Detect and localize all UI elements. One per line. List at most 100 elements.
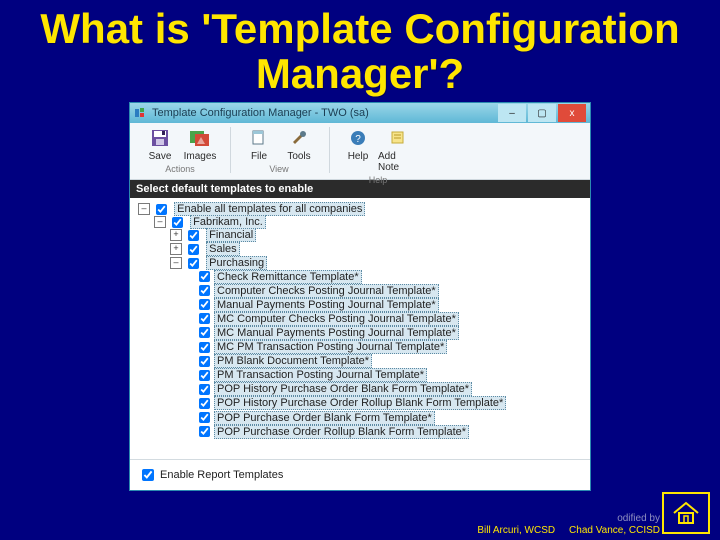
enable-report-templates-checkbox[interactable] [142,469,154,481]
tree-leaf[interactable]: Check Remittance Template* [186,269,584,283]
tree-leaf[interactable]: POP Purchase Order Blank Form Template* [186,410,584,424]
tree-leaf-spacer [186,384,196,394]
save-button[interactable]: Save [140,127,180,162]
slide-credits: odified by Bill Arcuri, WCSD Chad Vance,… [0,513,720,536]
window-titlebar: Template Configuration Manager - TWO (sa… [130,103,590,123]
tree-checkbox[interactable] [172,217,183,228]
tree-leaf-spacer [186,356,196,366]
tree-root[interactable]: – Enable all templates for all companies… [138,202,584,442]
svg-text:?: ? [355,134,361,145]
tree-branch-financial[interactable]: + Financial [170,228,584,242]
credits-author-1: Bill Arcuri, WCSD [477,525,555,536]
toolbar: Save Images Actions [130,123,590,180]
tree-checkbox[interactable] [199,356,210,367]
toolbar-group-label: Help [369,175,388,185]
tree-leaf-spacer [186,328,196,338]
tree-leaf[interactable]: PM Blank Document Template* [186,354,584,368]
expand-toggle-icon[interactable]: – [138,203,150,215]
toolbar-group-actions: Save Images Actions [136,127,224,174]
tree-checkbox[interactable] [188,230,199,241]
tree-label: POP History Purchase Order Blank Form Te… [214,382,472,396]
tools-icon [288,127,310,149]
tree-company[interactable]: – Fabrikam, Inc. + Financial [154,215,584,441]
tree-label: Manual Payments Posting Journal Template… [214,298,439,312]
tree-branch-sales[interactable]: + Sales [170,242,584,256]
expand-toggle-icon[interactable]: – [170,257,182,269]
toolbar-group-label: View [269,164,288,174]
tree-leaf[interactable]: PM Transaction Posting Journal Template* [186,368,584,382]
tree-leaf-spacer [186,427,196,437]
expand-toggle-icon[interactable]: + [170,243,182,255]
tools-button[interactable]: Tools [279,127,319,162]
toolbar-group-label: Actions [165,164,195,174]
enable-report-templates-label: Enable Report Templates [160,469,283,481]
tree-leaf-spacer [186,314,196,324]
tree-label: POP History Purchase Order Rollup Blank … [214,396,506,410]
expand-toggle-icon[interactable]: – [154,216,166,228]
images-button[interactable]: Images [180,127,220,162]
toolbar-label: Tools [287,151,310,162]
toolbar-group-view: File Tools View [235,127,323,174]
tree-checkbox[interactable] [188,244,199,255]
tree-label: Sales [206,242,240,256]
tree-label: PM Transaction Posting Journal Template* [214,368,427,382]
credits-author-2: Chad Vance, CCISD [569,525,660,536]
tree-checkbox[interactable] [199,327,210,338]
help-icon: ? [347,127,369,149]
tree-label: PM Blank Document Template* [214,354,372,368]
tree-leaf[interactable]: POP History Purchase Order Rollup Blank … [186,396,584,410]
tree-label: MC PM Transaction Posting Journal Templa… [214,340,447,354]
tree-label: Purchasing [206,256,267,270]
tree-leaf-spacer [186,413,196,423]
app-window: Template Configuration Manager - TWO (sa… [130,103,590,490]
tree-label: POP Purchase Order Rollup Blank Form Tem… [214,425,469,439]
tree-checkbox[interactable] [199,271,210,282]
tree-checkbox[interactable] [199,412,210,423]
tree-branch-purchasing[interactable]: – Purchasing Check Remittance Template*C… [170,256,584,439]
toolbar-label: Save [149,151,172,162]
help-button[interactable]: ? Help [338,127,378,173]
tree-leaf[interactable]: Manual Payments Posting Journal Template… [186,298,584,312]
window-close-button[interactable]: x [558,104,586,122]
tree-checkbox[interactable] [199,426,210,437]
tree-leaf[interactable]: POP Purchase Order Rollup Blank Form Tem… [186,425,584,439]
tree-checkbox[interactable] [188,258,199,269]
tree-leaf[interactable]: MC Computer Checks Posting Journal Templ… [186,312,584,326]
expand-toggle-icon[interactable]: + [170,229,182,241]
tree-leaf[interactable]: MC PM Transaction Posting Journal Templa… [186,340,584,354]
tree-checkbox[interactable] [199,285,210,296]
tree-leaf-spacer [186,272,196,282]
house-icon [672,501,700,525]
tree-label: Computer Checks Posting Journal Template… [214,284,439,298]
tree-checkbox[interactable] [199,342,210,353]
window-footer: Enable Report Templates [130,459,590,490]
tree-leaf-spacer [186,286,196,296]
tree-label: Fabrikam, Inc. [190,215,266,229]
add-note-button[interactable]: Add Note [378,127,418,173]
window-minimize-button[interactable]: – [498,104,526,122]
tree-label: MC Computer Checks Posting Journal Templ… [214,312,459,326]
tree-label: Enable all templates for all companies [174,202,365,216]
tree-label: Financial [206,228,256,242]
tree-checkbox[interactable] [199,384,210,395]
slide-title: What is 'Template Configuration Manager'… [0,6,720,97]
tree-leaf-spacer [186,370,196,380]
tree-checkbox[interactable] [199,370,210,381]
tree-leaf-spacer [186,342,196,352]
tree-leaf-spacer [186,398,196,408]
window-maximize-button[interactable]: ▢ [528,104,556,122]
tree-leaf[interactable]: Computer Checks Posting Journal Template… [186,284,584,298]
app-icon [134,107,146,119]
file-menu-icon [248,127,270,149]
home-button[interactable] [662,492,710,534]
tree-checkbox[interactable] [199,299,210,310]
file-button[interactable]: File [239,127,279,162]
tree-checkbox[interactable] [199,313,210,324]
tree-leaf[interactable]: MC Manual Payments Posting Journal Templ… [186,326,584,340]
tree-checkbox[interactable] [156,204,167,215]
tree-checkbox[interactable] [199,398,210,409]
tree-leaf[interactable]: POP History Purchase Order Blank Form Te… [186,382,584,396]
credits-modified: odified by [617,513,660,524]
toolbar-label: Images [184,151,217,162]
template-tree: – Enable all templates for all companies… [130,198,590,466]
